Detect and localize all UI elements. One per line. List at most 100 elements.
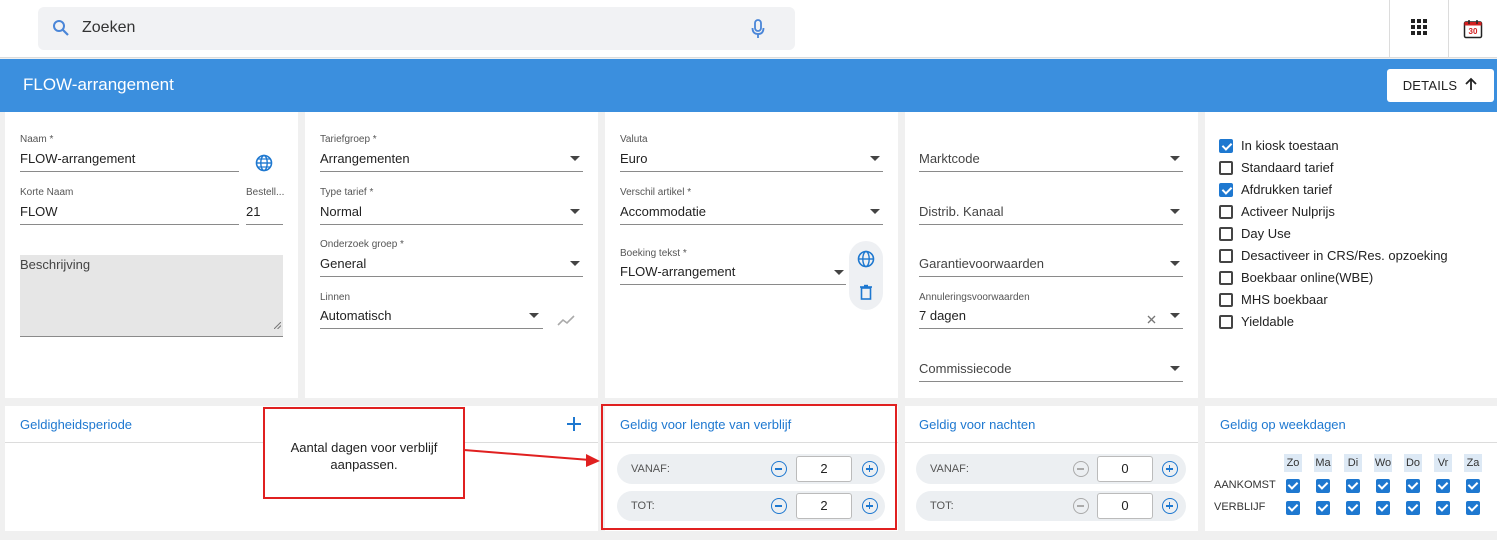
annotation-text: Aantal dagen voor verblijf aanpassen. <box>265 439 463 473</box>
korte-naam-underline <box>20 224 239 225</box>
checkbox[interactable] <box>1219 183 1233 197</box>
verblijf-checkbox[interactable] <box>1436 501 1450 515</box>
delete-icon[interactable] <box>859 284 873 305</box>
onderzoek-groep-underline <box>320 276 583 277</box>
apps-grid-button[interactable] <box>1389 0 1447 58</box>
annotation-text-line-1: Aantal dagen voor verblijf <box>290 440 438 455</box>
beschrijving-placeholder: Beschrijving <box>20 257 91 272</box>
page-header: FLOW-arrangement DETAILS <box>0 59 1497 112</box>
search-input[interactable]: Zoeken <box>82 19 135 37</box>
search-bar[interactable]: Zoeken <box>38 7 795 50</box>
chevron-down-icon[interactable] <box>1170 156 1180 161</box>
chevron-down-icon[interactable] <box>570 156 580 161</box>
type-tarief-select[interactable]: Normal <box>320 204 362 219</box>
boeking-tekst-select[interactable]: FLOW-arrangement <box>620 264 735 279</box>
verblijf-checkbox[interactable] <box>1286 501 1300 515</box>
aankomst-checkbox[interactable] <box>1316 479 1330 493</box>
minus-circle-icon[interactable] <box>1073 498 1089 514</box>
globe-icon[interactable] <box>857 250 875 273</box>
card-weekdagen: Geldig op weekdagen AANKOMST VERBLIJF Zo… <box>1205 406 1497 531</box>
checkbox[interactable] <box>1219 315 1233 329</box>
checkbox[interactable] <box>1219 227 1233 241</box>
checkbox[interactable] <box>1219 139 1233 153</box>
calendar-button[interactable]: 30 <box>1448 0 1497 58</box>
marktcode-underline <box>919 171 1183 172</box>
verblijf-checkbox[interactable] <box>1466 501 1480 515</box>
checkbox[interactable] <box>1219 249 1233 263</box>
weekday-header: Do <box>1404 454 1422 472</box>
distrib-kanaal-select[interactable]: Distrib. Kanaal <box>919 204 1004 219</box>
valuta-select[interactable]: Euro <box>620 151 647 166</box>
checkbox[interactable] <box>1219 271 1233 285</box>
annuleringsvoorwaarden-select[interactable]: 7 dagen <box>919 308 966 323</box>
bestell-label: Bestell... <box>246 187 285 198</box>
aankomst-checkbox[interactable] <box>1286 479 1300 493</box>
calendar-icon: 30 <box>1463 19 1483 39</box>
checkbox[interactable] <box>1219 205 1233 219</box>
commissiecode-select[interactable]: Commissiecode <box>919 361 1011 376</box>
checkbox-label: Day Use <box>1241 226 1291 241</box>
aankomst-checkbox[interactable] <box>1466 479 1480 493</box>
marktcode-select[interactable]: Marktcode <box>919 151 980 166</box>
vanaf-input[interactable]: 0 <box>1097 456 1153 482</box>
chevron-down-icon[interactable] <box>870 156 880 161</box>
verblijf-checkbox[interactable] <box>1376 501 1390 515</box>
add-icon[interactable] <box>567 417 581 436</box>
globe-icon[interactable] <box>255 154 273 177</box>
chevron-down-icon[interactable] <box>1170 366 1180 371</box>
linnen-select[interactable]: Automatisch <box>320 308 392 323</box>
annotation-text-line-2: aanpassen. <box>330 457 398 472</box>
trend-icon[interactable] <box>557 314 575 332</box>
checkbox[interactable] <box>1219 161 1233 175</box>
tot-input[interactable]: 0 <box>1097 493 1153 519</box>
plus-circle-icon[interactable] <box>1162 498 1178 514</box>
verschil-artikel-underline <box>620 224 883 225</box>
onderzoek-groep-select[interactable]: General <box>320 256 366 271</box>
garantievoorwaarden-underline <box>919 276 1183 277</box>
chevron-down-icon[interactable] <box>1170 313 1180 318</box>
aankomst-checkbox[interactable] <box>1376 479 1390 493</box>
top-bar: Zoeken 30 <box>0 0 1497 58</box>
verschil-artikel-select[interactable]: Accommodatie <box>620 204 706 219</box>
chevron-down-icon[interactable] <box>570 209 580 214</box>
microphone-icon[interactable] <box>750 19 766 44</box>
bestell-input[interactable]: 21 <box>246 204 260 219</box>
tariefgroep-select[interactable]: Arrangementen <box>320 151 410 166</box>
chevron-down-icon[interactable] <box>870 209 880 214</box>
card-nachten: Geldig voor nachten VANAF: 0 TOT: 0 <box>905 406 1198 531</box>
aankomst-checkbox[interactable] <box>1346 479 1360 493</box>
tariefgroep-label: Tariefgroep * <box>320 134 377 145</box>
clear-icon[interactable] <box>1147 311 1156 329</box>
weekday-header: Vr <box>1434 454 1452 472</box>
korte-naam-input[interactable]: FLOW <box>20 204 58 219</box>
aankomst-checkbox[interactable] <box>1436 479 1450 493</box>
checkbox-label: MHS boekbaar <box>1241 292 1328 307</box>
card-algemeen: Naam * FLOW-arrangement Korte Naam FLOW … <box>5 112 298 398</box>
type-tarief-label: Type tarief * <box>320 187 374 198</box>
weekdagen-title: Geldig op weekdagen <box>1220 417 1346 432</box>
commissiecode-underline <box>919 381 1183 382</box>
naam-input[interactable]: FLOW-arrangement <box>20 151 135 166</box>
beschrijving-textarea[interactable]: Beschrijving <box>20 255 283 337</box>
card-opties: In kiosk toestaan Standaard tarief Afdrukk… <box>1205 112 1497 398</box>
verblijf-checkbox[interactable] <box>1346 501 1360 515</box>
arrow-up-icon <box>1464 77 1478 94</box>
details-button[interactable]: DETAILS <box>1387 69 1494 102</box>
chevron-down-icon[interactable] <box>570 261 580 266</box>
chevron-down-icon[interactable] <box>1170 261 1180 266</box>
aankomst-checkbox[interactable] <box>1406 479 1420 493</box>
boeking-tekst-actions <box>849 241 883 310</box>
minus-circle-icon[interactable] <box>1073 461 1089 477</box>
verblijf-checkbox[interactable] <box>1316 501 1330 515</box>
checkbox[interactable] <box>1219 293 1233 307</box>
verblijf-checkbox[interactable] <box>1406 501 1420 515</box>
chevron-down-icon[interactable] <box>1170 209 1180 214</box>
annotation-arrow <box>463 449 600 467</box>
chevron-down-icon[interactable] <box>834 270 844 275</box>
resize-handle-icon[interactable] <box>273 316 282 334</box>
plus-circle-icon[interactable] <box>1162 461 1178 477</box>
chevron-down-icon[interactable] <box>529 313 539 318</box>
garantievoorwaarden-select[interactable]: Garantievoorwaarden <box>919 256 1044 271</box>
linnen-label: Linnen <box>320 292 351 303</box>
linnen-underline <box>320 328 543 329</box>
